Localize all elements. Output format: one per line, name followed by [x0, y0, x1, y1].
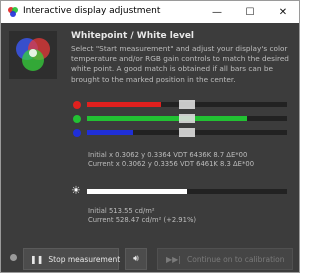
red-bar-row [71, 100, 293, 109]
skip-forward-icon: ▶▶| [166, 254, 181, 264]
red-bar-track [87, 100, 287, 109]
luminance-bar-track [87, 189, 287, 194]
status-indicator [10, 254, 17, 261]
continue-calibration-label: Continue on to calibration [187, 254, 285, 264]
stop-measurement-label: Stop measurement [48, 254, 121, 264]
blue-dot-icon [73, 129, 81, 137]
luminance-current: Current 528.47 cd/m² (+2.91%) [88, 216, 197, 224]
pause-icon: ❚❚ [30, 254, 44, 264]
luminance-readout: Initial 513.55 cd/m² Current 528.47 cd/m… [88, 207, 196, 225]
luminance-bar-row: ☀ [71, 184, 293, 197]
maximize-icon: ☐ [245, 6, 255, 18]
luminance-initial: Initial 513.55 cd/m² [88, 207, 155, 215]
bottom-toolbar: ❚❚ Stop measurement 🔊︎ ▶▶| Continue on t… [1, 245, 299, 272]
adjustment-window: Interactive display adjustment — ☐ ✕ Whi… [0, 0, 300, 273]
app-icon [8, 7, 18, 17]
rgb-logo-icon [9, 31, 57, 79]
title-bar: Interactive display adjustment — ☐ ✕ [1, 1, 299, 23]
section-heading: Whitepoint / White level [71, 31, 195, 41]
green-bar-fill [87, 116, 247, 121]
sound-toggle-button[interactable]: 🔊︎ [125, 248, 147, 270]
sun-icon: ☀ [71, 184, 81, 197]
red-dot-icon [73, 101, 81, 109]
blue-bar-track [87, 128, 287, 137]
main-panel: Whitepoint / White level Select "Start m… [1, 23, 299, 272]
blue-bar-fill [87, 130, 133, 135]
speaker-icon: 🔊︎ [133, 254, 139, 264]
continue-calibration-button[interactable]: ▶▶| Continue on to calibration [157, 248, 293, 270]
minimize-button[interactable]: — [201, 1, 233, 23]
green-bar-track [87, 114, 287, 123]
green-target-marker [179, 114, 195, 123]
red-bar-fill [87, 102, 161, 107]
minimize-icon: — [212, 6, 222, 18]
instructions-text: Select "Start measurement" and adjust yo… [71, 44, 289, 84]
stop-measurement-button[interactable]: ❚❚ Stop measurement [23, 248, 121, 270]
red-target-marker [179, 100, 195, 109]
rgb-current-readout: Current x 0.3062 y 0.3356 VDT 6461K 8.3 … [88, 160, 255, 168]
green-bar-row [71, 114, 293, 123]
maximize-button[interactable]: ☐ [234, 1, 266, 23]
blue-bar-row [71, 128, 293, 137]
window-title: Interactive display adjustment [23, 6, 161, 16]
rgb-initial-readout: Initial x 0.3062 y 0.3364 VDT 6436K 8.7 … [88, 151, 248, 159]
close-button[interactable]: ✕ [267, 1, 299, 23]
green-dot-icon [73, 115, 81, 123]
blue-target-marker [179, 128, 195, 137]
luminance-bar-fill [87, 189, 187, 194]
close-icon: ✕ [278, 6, 288, 18]
